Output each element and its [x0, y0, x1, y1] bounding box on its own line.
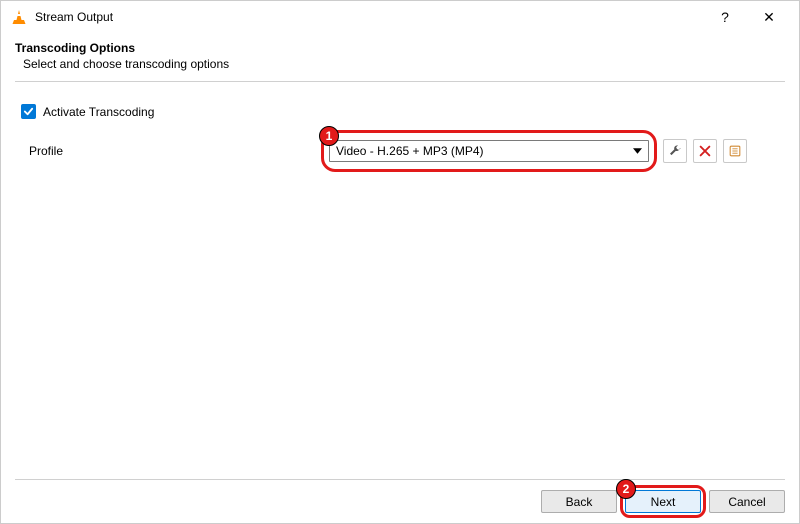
wrench-icon: [668, 144, 682, 158]
chevron-down-icon: [633, 148, 642, 154]
separator: [15, 81, 785, 82]
cancel-button[interactable]: Cancel: [709, 490, 785, 513]
titlebar: Stream Output ? ✕: [1, 1, 799, 33]
edit-profile-button[interactable]: [663, 139, 687, 163]
vlc-logo-icon: [11, 9, 27, 25]
profile-dropdown-value: Video - H.265 + MP3 (MP4): [336, 144, 484, 158]
new-profile-icon: [728, 144, 742, 158]
help-button[interactable]: ?: [703, 3, 747, 31]
delete-icon: [698, 144, 712, 158]
activate-transcoding-checkbox[interactable]: [21, 104, 36, 119]
annotation-callout-2: 2: [616, 479, 636, 499]
close-button[interactable]: ✕: [747, 3, 791, 31]
section-title: Transcoding Options: [15, 41, 785, 55]
activate-transcoding-label: Activate Transcoding: [43, 105, 154, 119]
back-button[interactable]: Back: [541, 490, 617, 513]
profile-dropdown[interactable]: Video - H.265 + MP3 (MP4): [329, 140, 649, 162]
next-button[interactable]: Next: [625, 490, 701, 513]
profile-label: Profile: [29, 144, 329, 158]
bottom-separator: [15, 479, 785, 480]
section-subtitle: Select and choose transcoding options: [23, 57, 785, 71]
window-title: Stream Output: [35, 10, 113, 24]
delete-profile-button[interactable]: [693, 139, 717, 163]
new-profile-button[interactable]: [723, 139, 747, 163]
annotation-callout-1: 1: [319, 126, 339, 146]
